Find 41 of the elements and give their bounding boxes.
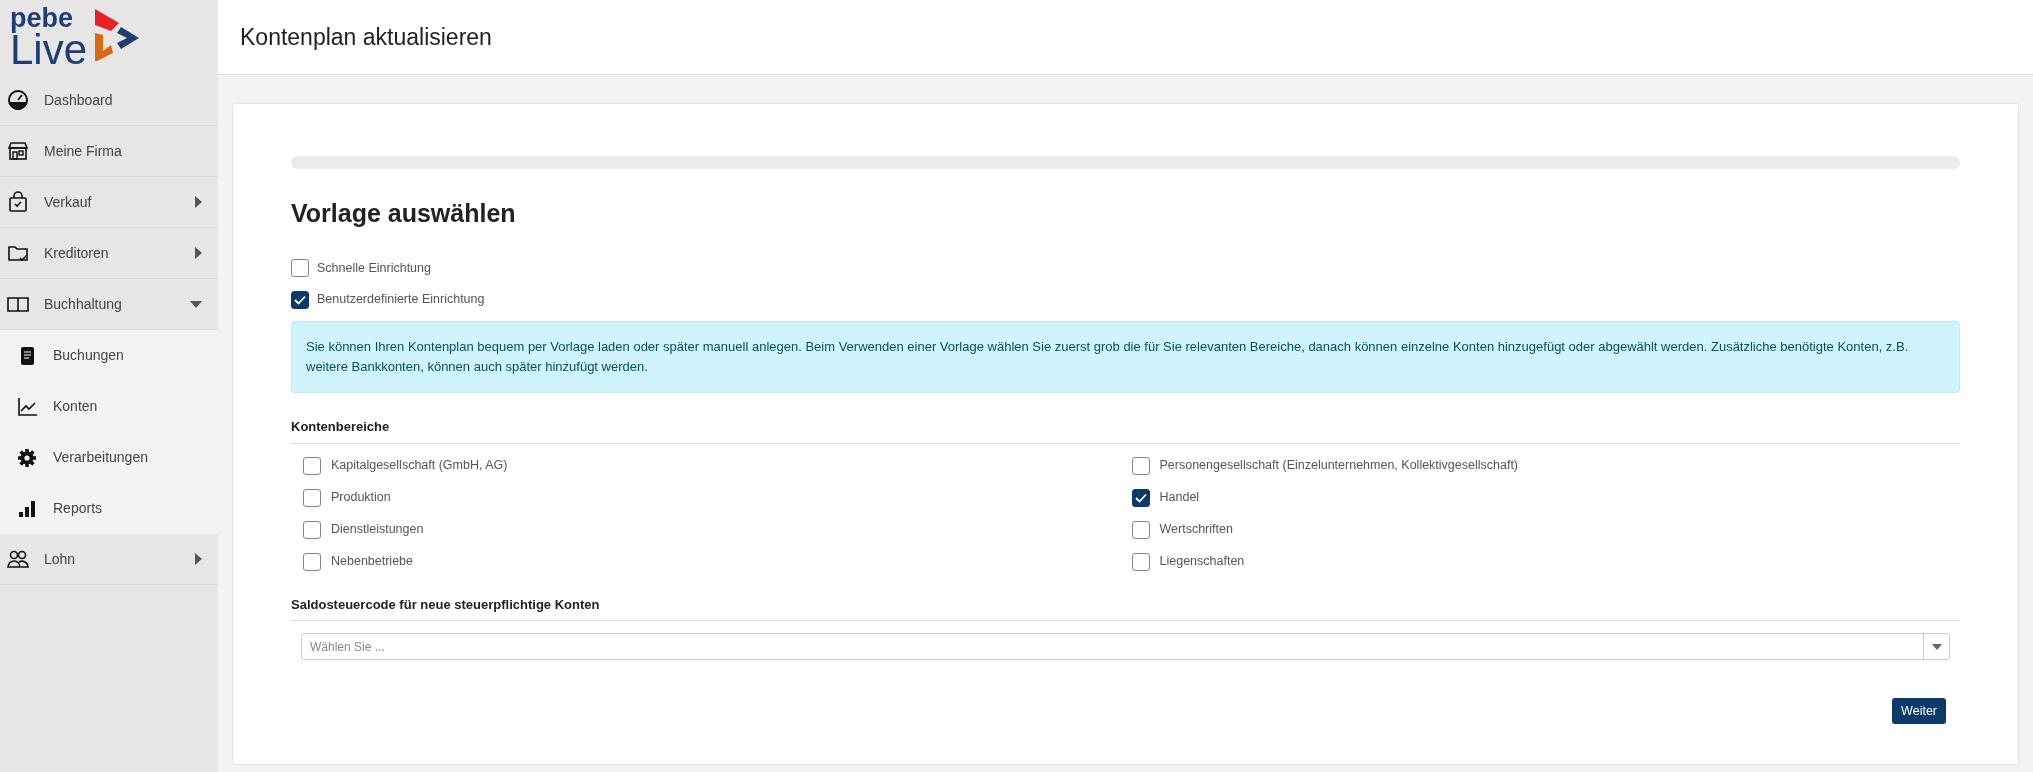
checkbox[interactable] xyxy=(1131,488,1150,507)
checkbox-label[interactable]: Liegenschaften xyxy=(1159,552,1245,571)
settings-icon xyxy=(16,446,38,469)
select-placeholder: Wählen Sie ... xyxy=(309,638,386,656)
check-icon xyxy=(294,294,306,305)
checkbox-label[interactable]: Handel xyxy=(1159,488,1200,507)
shopping-bag-icon xyxy=(7,191,29,213)
section-heading: Kontenbereiche xyxy=(291,417,1960,444)
sidebar-subitem[interactable]: Buchungen xyxy=(0,330,218,381)
checkbox[interactable] xyxy=(303,456,321,475)
check-icon xyxy=(1134,492,1147,503)
store-icon xyxy=(7,140,29,162)
checkbox-label[interactable]: Schnelle Einrichtung xyxy=(317,258,431,278)
gauge-icon xyxy=(7,89,29,111)
checkbox[interactable] xyxy=(1131,456,1150,475)
line-chart-icon xyxy=(16,395,38,418)
checkbox[interactable] xyxy=(291,258,309,277)
checkbox-label[interactable]: Wertschriften xyxy=(1159,520,1233,539)
checkbox[interactable] xyxy=(1131,520,1150,539)
sidebar-subitem[interactable]: Verarbeitungen xyxy=(0,432,218,483)
info-box: Sie können Ihren Kontenplan bequem per Vorlage laden oder später manuell anlegen. Beim Verwenden einer Vorlage wählen Sie zuerst grob die für Sie relevanten Bereiche, danach können einzelne Konten hinzugefügt oder abgewählt werden. Zusätzliche benötigte Konten, z.B. weitere Bankkonten, können auch später hinzufügt werden. xyxy=(291,321,1960,393)
checkbox-label[interactable]: Nebenbetriebe xyxy=(331,552,413,571)
checkbox-label[interactable]: Benutzerdefinierte Einrichtung xyxy=(317,290,485,309)
checkbox[interactable] xyxy=(303,520,321,539)
checkbox-label[interactable]: Kapitalgesellschaft (GmbH, AG) xyxy=(331,456,508,475)
checkbox[interactable] xyxy=(291,290,309,309)
checkbox[interactable] xyxy=(303,488,321,507)
checkbox-label[interactable]: Produktion xyxy=(331,488,391,507)
sidebar-subitem[interactable]: Konten xyxy=(0,381,218,432)
checkbox[interactable] xyxy=(303,552,321,571)
section-heading: Saldosteuercode für neue steuerpflichtige Konten xyxy=(291,594,1960,621)
section-title: Vorlage auswählen xyxy=(291,198,517,229)
sidebar-subitem[interactable]: Reports xyxy=(0,483,218,534)
caret-icon xyxy=(1931,643,1942,650)
page-title: Kontenplan aktualisieren xyxy=(240,22,492,52)
select-field[interactable]: Wählen Sie ... xyxy=(301,633,1950,660)
users-icon xyxy=(7,548,29,570)
next-button[interactable]: Weiter xyxy=(1892,698,1946,724)
checkbox-label[interactable]: Personengesellschaft (Einzelunternehmen, Kollektivgesellschaft) xyxy=(1159,456,1519,475)
checkbox-label[interactable]: Dienstleistungen xyxy=(331,520,424,539)
checkbox[interactable] xyxy=(1131,552,1150,571)
